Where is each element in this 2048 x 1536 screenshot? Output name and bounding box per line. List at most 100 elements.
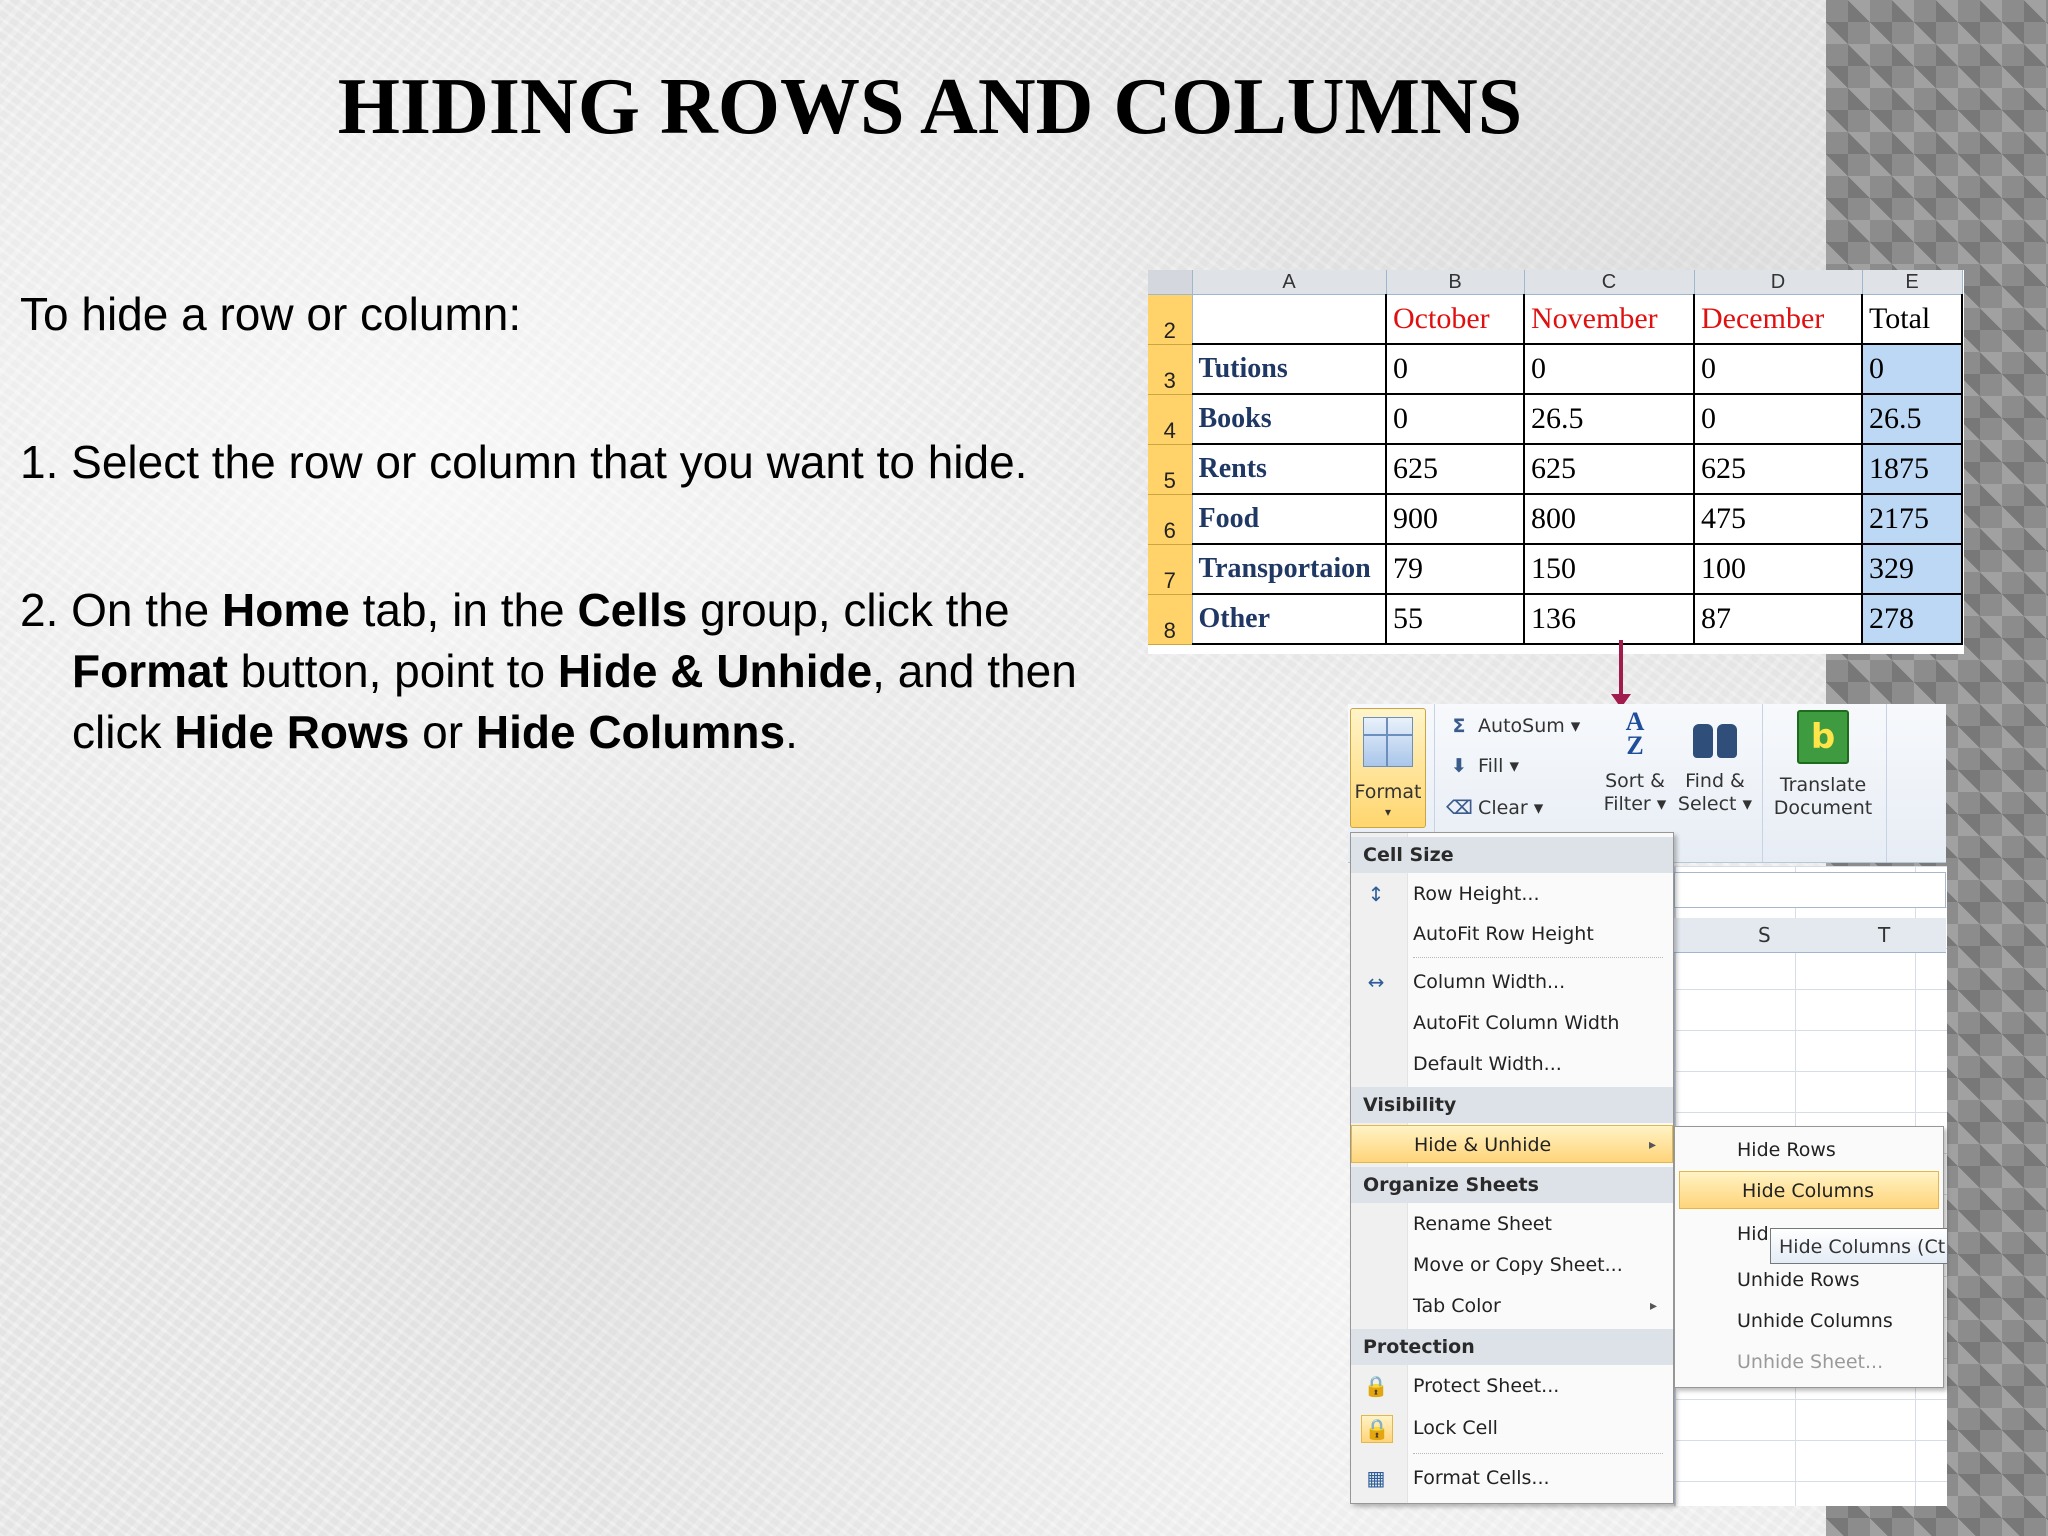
- cell[interactable]: Tutions: [1192, 344, 1387, 395]
- cell[interactable]: Rents: [1192, 444, 1387, 495]
- cell[interactable]: 0: [1524, 344, 1695, 395]
- column-header-row: A B C D E: [1148, 270, 1963, 295]
- cell[interactable]: 2175: [1861, 494, 1963, 545]
- column-header[interactable]: S: [1758, 923, 1771, 947]
- row-header[interactable]: 7: [1148, 544, 1193, 595]
- row-header[interactable]: 6: [1148, 494, 1193, 545]
- cell[interactable]: 278: [1861, 594, 1963, 645]
- cell[interactable]: 26.5: [1861, 394, 1963, 445]
- fill-down-icon: ⬇: [1451, 755, 1467, 777]
- lock-sheet-icon: 🔒: [1363, 1374, 1389, 1398]
- cell[interactable]: Other: [1192, 594, 1387, 645]
- translate-document-button[interactable]: b Translate Document: [1768, 710, 1878, 820]
- cell[interactable]: 625: [1386, 444, 1525, 495]
- clear-label: Clear ▾: [1478, 797, 1544, 819]
- submenu-item-unhide-rows[interactable]: Unhide Rows: [1675, 1261, 1943, 1299]
- menu-section-protection: Protection: [1351, 1329, 1673, 1365]
- row-header[interactable]: 4: [1148, 394, 1193, 445]
- cell[interactable]: 625: [1524, 444, 1695, 495]
- pointer-arrow: [1619, 640, 1623, 700]
- format-label: Format: [1354, 781, 1422, 803]
- ribbon-separator: [1762, 704, 1763, 862]
- menu-item-row-height[interactable]: ↕ Row Height...: [1351, 875, 1673, 913]
- fill-label: Fill ▾: [1478, 755, 1520, 777]
- menu-item-format-cells[interactable]: ▦ Format Cells...: [1351, 1459, 1673, 1497]
- menu-item-rename-sheet[interactable]: Rename Sheet: [1351, 1205, 1673, 1243]
- autosum-button[interactable]: Σ AutoSum ▾: [1446, 710, 1581, 742]
- cell[interactable]: 79: [1386, 544, 1525, 595]
- cell[interactable]: 26.5: [1524, 394, 1695, 445]
- menu-section-organize-sheets: Organize Sheets: [1351, 1167, 1673, 1203]
- column-header[interactable]: E: [1862, 270, 1963, 295]
- translate-label-2: Document: [1773, 797, 1873, 819]
- column-header[interactable]: B: [1386, 270, 1525, 295]
- select-all-corner[interactable]: [1148, 270, 1193, 295]
- menu-item-protect-sheet[interactable]: 🔒 Protect Sheet...: [1351, 1367, 1673, 1405]
- cell[interactable]: 0: [1694, 344, 1863, 395]
- column-header[interactable]: A: [1192, 270, 1387, 295]
- slide-title: HIDING ROWS AND COLUMNS: [337, 63, 1523, 151]
- row-header[interactable]: 3: [1148, 344, 1193, 395]
- cell[interactable]: 0: [1861, 344, 1963, 395]
- row-header[interactable]: 8: [1148, 594, 1193, 645]
- row-header[interactable]: 5: [1148, 444, 1193, 495]
- column-header[interactable]: T: [1878, 923, 1890, 947]
- cell[interactable]: [1192, 294, 1387, 345]
- cell[interactable]: 55: [1386, 594, 1525, 645]
- menu-item-tab-color[interactable]: Tab Color ▸: [1351, 1287, 1673, 1325]
- sort-filter-button[interactable]: AZ Sort & Filter ▾: [1598, 709, 1672, 816]
- cell[interactable]: December: [1694, 294, 1863, 345]
- submenu-arrow-icon: ▸: [1649, 1298, 1657, 1314]
- cell[interactable]: Food: [1192, 494, 1387, 545]
- spreadsheet-screenshot: A B C D E 2 October November December To…: [1148, 270, 1964, 654]
- cell[interactable]: 800: [1524, 494, 1695, 545]
- formula-bar[interactable]: [1674, 872, 1946, 908]
- ribbon-separator: [1886, 704, 1887, 862]
- cell[interactable]: 0: [1386, 344, 1525, 395]
- format-button[interactable]: Format ▾: [1350, 708, 1426, 828]
- clear-button[interactable]: ⌫ Clear ▾: [1446, 792, 1543, 824]
- menu-item-hide-unhide[interactable]: Hide & Unhide ▸: [1351, 1125, 1673, 1163]
- menu-item-autofit-row-height[interactable]: AutoFit Row Height: [1351, 915, 1673, 953]
- menu-divider: [1413, 1453, 1663, 1454]
- grid-column-headers: S T: [1674, 918, 1946, 953]
- cell[interactable]: 87: [1694, 594, 1863, 645]
- row-height-icon: ↕: [1367, 882, 1385, 906]
- cell[interactable]: Transportaion: [1192, 544, 1387, 595]
- submenu-item-hide-rows[interactable]: Hide Rows: [1675, 1131, 1943, 1169]
- column-width-icon: ↔: [1367, 970, 1385, 994]
- cell[interactable]: 475: [1694, 494, 1863, 545]
- cell[interactable]: 0: [1386, 394, 1525, 445]
- table-row: 5 Rents 625 625 625 1875: [1148, 444, 1963, 495]
- cell[interactable]: October: [1386, 294, 1525, 345]
- binoculars-icon: [1691, 710, 1739, 760]
- menu-item-autofit-column-width[interactable]: AutoFit Column Width: [1351, 1004, 1673, 1042]
- column-header[interactable]: D: [1694, 270, 1863, 295]
- cell[interactable]: 150: [1524, 544, 1695, 595]
- submenu-arrow-icon: ▸: [1648, 1137, 1656, 1153]
- find-select-button[interactable]: Find & Select ▾: [1676, 710, 1754, 816]
- column-header[interactable]: C: [1524, 270, 1695, 295]
- submenu-item-unhide-columns[interactable]: Unhide Columns: [1675, 1302, 1943, 1340]
- cell[interactable]: November: [1524, 294, 1695, 345]
- menu-item-default-width[interactable]: Default Width...: [1351, 1045, 1673, 1083]
- submenu-item-hide-columns[interactable]: Hide Columns: [1679, 1171, 1939, 1209]
- menu-item-column-width[interactable]: ↔ Column Width...: [1351, 963, 1673, 1001]
- menu-item-move-copy-sheet[interactable]: Move or Copy Sheet...: [1351, 1246, 1673, 1284]
- menu-item-lock-cell[interactable]: 🔒 Lock Cell: [1351, 1409, 1673, 1447]
- fill-button[interactable]: ⬇ Fill ▾: [1446, 750, 1519, 782]
- cell[interactable]: Total: [1861, 294, 1963, 345]
- lock-icon: 🔒: [1361, 1415, 1393, 1443]
- table-row: 8 Other 55 136 87 278: [1148, 594, 1963, 645]
- step-2-text: 2. On the Home tab, in the Cells group, …: [20, 584, 1077, 758]
- cell[interactable]: 329: [1861, 544, 1963, 595]
- cell[interactable]: 900: [1386, 494, 1525, 545]
- cell[interactable]: 625: [1694, 444, 1863, 495]
- cell[interactable]: Books: [1192, 394, 1387, 445]
- cell[interactable]: 136: [1524, 594, 1695, 645]
- table-row: 7 Transportaion 79 150 100 329: [1148, 544, 1963, 595]
- cell[interactable]: 0: [1694, 394, 1863, 445]
- cell[interactable]: 1875: [1861, 444, 1963, 495]
- row-header[interactable]: 2: [1148, 294, 1193, 345]
- cell[interactable]: 100: [1694, 544, 1863, 595]
